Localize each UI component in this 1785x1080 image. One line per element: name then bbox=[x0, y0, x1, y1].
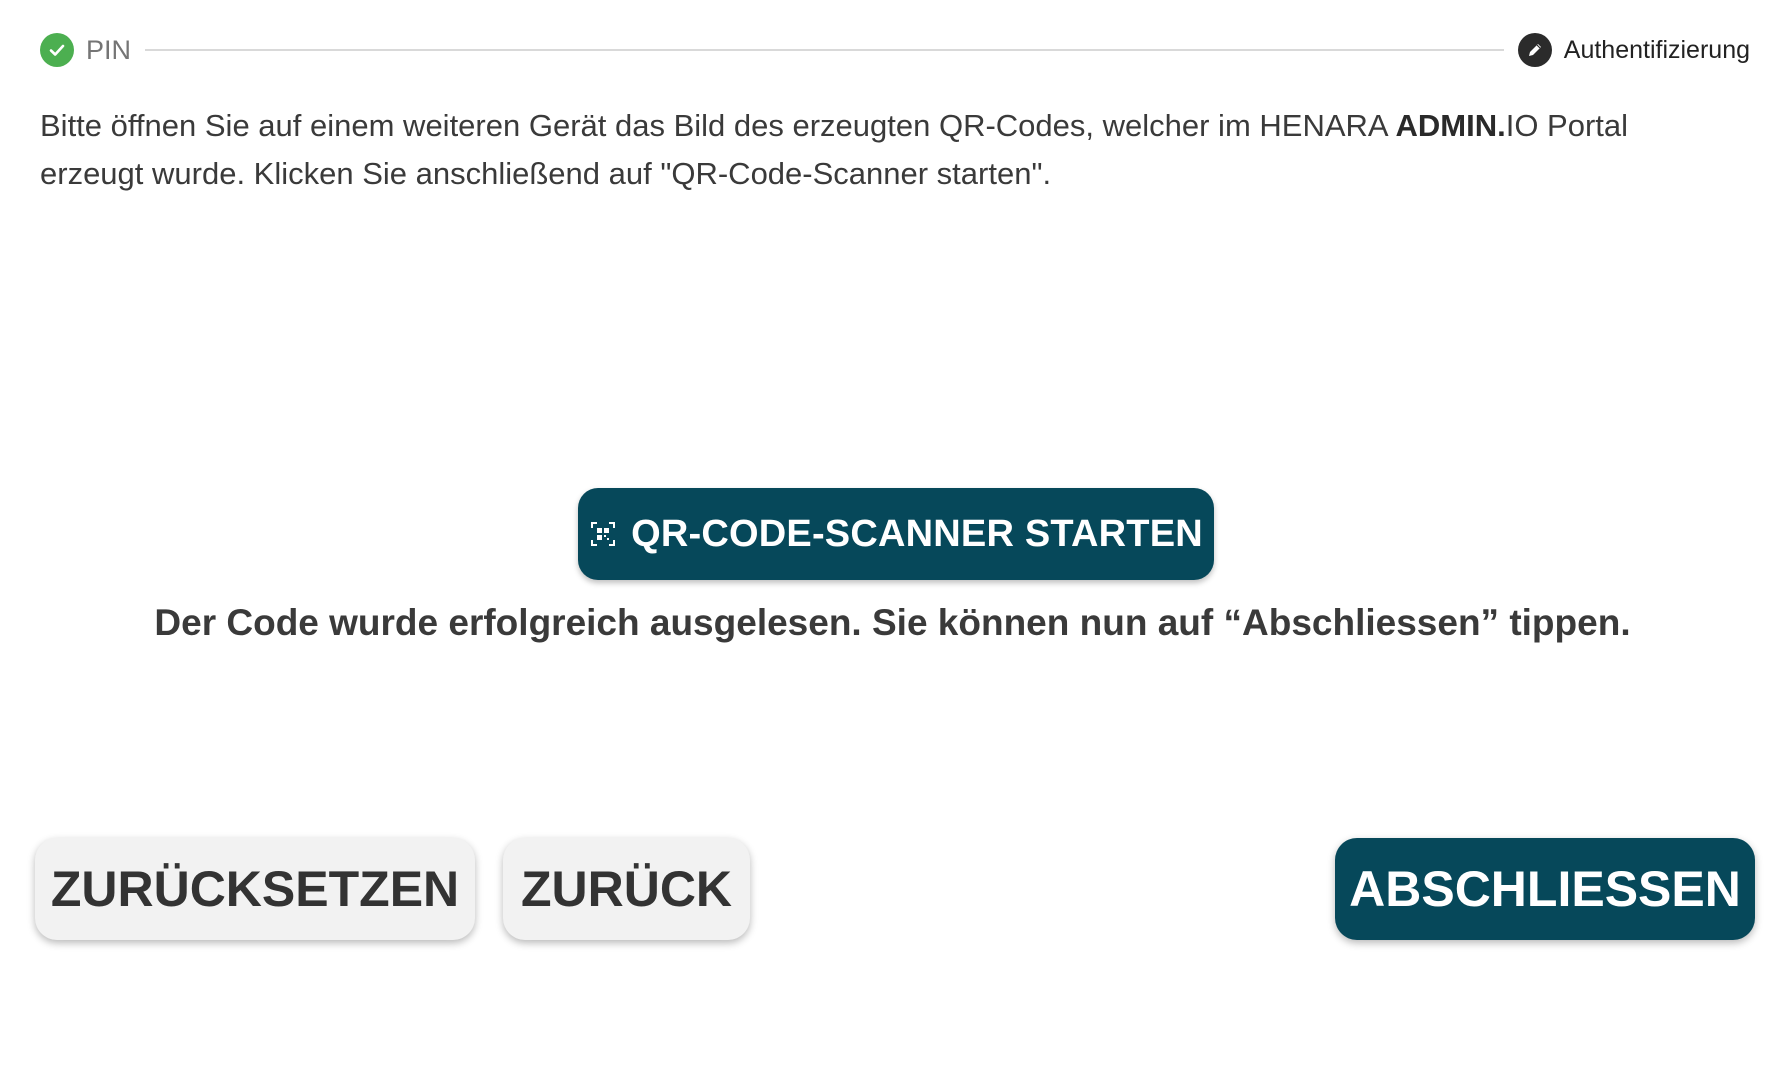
step-authentication[interactable]: Authentifizierung bbox=[1517, 33, 1750, 67]
back-button[interactable]: ZURÜCK bbox=[503, 838, 750, 940]
instruction-part-1: Bitte öffnen Sie auf einem weiteren Gerä… bbox=[40, 108, 1396, 143]
instruction-text: Bitte öffnen Sie auf einem weiteren Gerä… bbox=[40, 102, 1740, 198]
check-circle-icon bbox=[40, 33, 74, 67]
finish-button[interactable]: ABSCHLIESSEN bbox=[1335, 838, 1755, 940]
start-qr-scanner-label: QR-CODE-SCANNER STARTEN bbox=[631, 512, 1203, 555]
scan-success-message: Der Code wurde erfolgreich ausgelesen. S… bbox=[154, 602, 1631, 643]
step-pin[interactable]: PIN bbox=[40, 33, 131, 67]
qr-code-scan-icon bbox=[589, 520, 617, 548]
stepper: PIN Authentifizierung bbox=[40, 30, 1750, 70]
instruction-brand: ADMIN. bbox=[1395, 108, 1506, 143]
step-authentication-label: Authentifizierung bbox=[1563, 35, 1750, 64]
start-qr-scanner-button[interactable]: QR-CODE-SCANNER STARTEN bbox=[578, 488, 1214, 580]
authentication-page: PIN Authentifizierung Bitte öffnen Sie a… bbox=[0, 0, 1785, 1080]
pencil-icon bbox=[1517, 33, 1552, 67]
reset-button[interactable]: ZURÜCKSETZEN bbox=[35, 838, 475, 940]
step-pin-label: PIN bbox=[86, 34, 132, 65]
step-connector bbox=[145, 49, 1504, 51]
